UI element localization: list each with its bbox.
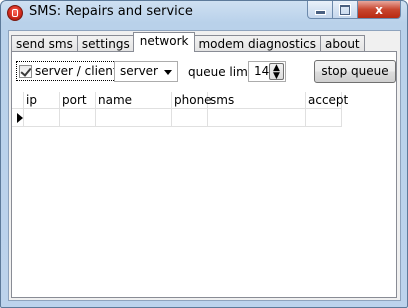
dropdown-arrow-icon [164,70,172,75]
minimize-icon [314,10,326,15]
mode-select[interactable]: server [114,61,178,82]
client-area: send sms settings network modem diagnost… [8,30,401,301]
main-window: SMS: Repairs and service x send sms sett… [0,0,408,308]
maximize-icon [339,3,351,16]
tab-modem-diagnostics[interactable]: modem diagnostics [193,35,322,52]
row-indicator[interactable] [12,109,24,127]
close-icon: x [375,2,383,17]
queue-limit-value: 14 [254,64,270,78]
col-header-sms[interactable]: sms [208,92,306,109]
maximize-button[interactable] [333,1,358,19]
row-pointer-icon [17,113,23,123]
window-controls: x [307,1,401,20]
table-cell[interactable] [96,109,172,127]
tab-strip: send sms settings network modem diagnost… [11,32,365,52]
table-cell[interactable] [24,109,60,127]
queue-limit-input[interactable]: 14 ▲ ▼ [248,61,286,82]
grid-corner [12,92,24,109]
col-header-phone[interactable]: phone [172,92,212,109]
title-bar[interactable]: SMS: Repairs and service x [1,1,407,25]
queue-limit-label: queue limit [188,65,256,79]
server-client-label: server / client [35,64,118,78]
tab-network[interactable]: network [132,32,196,52]
table-cell[interactable] [306,109,342,127]
stop-queue-button[interactable]: stop queue [314,60,396,83]
checkbox-checked-icon[interactable] [19,64,32,78]
clients-grid[interactable]: ip port name phone sms accept [12,92,396,297]
mode-select-value: server [120,64,158,78]
col-header-ip[interactable]: ip [24,92,60,109]
spin-up-down-icon[interactable]: ▲ ▼ [269,63,284,81]
window-title: SMS: Repairs and service [29,4,193,19]
col-header-accept[interactable]: accept [306,92,348,109]
table-cell[interactable] [172,109,208,127]
table-cell[interactable] [208,109,306,127]
close-button[interactable]: x [358,1,401,19]
tab-about[interactable]: about [320,35,365,52]
app-icon [7,5,23,21]
col-header-name[interactable]: name [96,92,172,109]
table-cell[interactable] [60,109,96,127]
network-panel: server / client server queue limit 14 ▲ ▼… [11,51,397,298]
minimize-button[interactable] [307,1,333,19]
tab-settings[interactable]: settings [76,35,135,52]
server-client-checkbox[interactable]: server / client [16,61,122,81]
tab-send-sms[interactable]: send sms [11,35,78,52]
col-header-port[interactable]: port [60,92,96,109]
